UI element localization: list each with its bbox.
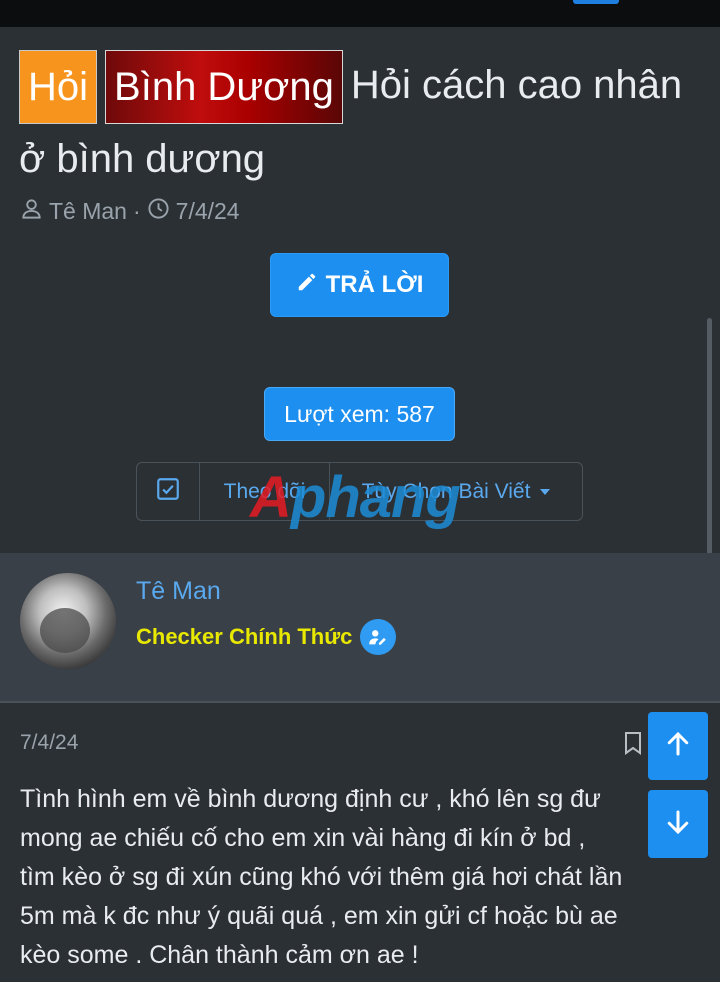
pencil-icon	[296, 271, 318, 300]
user-icon	[20, 197, 43, 226]
post-author-title: Checker Chính Thức	[136, 619, 397, 655]
post-body-line: tìm kèo ở sg đi xún cũng khó với thêm gi…	[20, 863, 623, 891]
thread-options-label: Tùy Chọn Bài Viết	[361, 479, 531, 503]
thread-title: Hỏi Bình Dương Hỏi cách cao nhân ở bình dư…	[19, 50, 699, 194]
avatar[interactable]	[20, 573, 116, 669]
select-checkbox[interactable]	[137, 463, 200, 520]
post-body-line: Tình hình em về bình dương định cư , khó…	[20, 785, 601, 813]
views-counter-button[interactable]: Lượt xem: 587	[264, 387, 455, 441]
top-status-bar	[0, 0, 720, 27]
arrow-up-icon	[663, 729, 693, 764]
scroll-up-button[interactable]	[648, 712, 708, 780]
reply-button-label: TRẢ LỜI	[325, 271, 424, 298]
post-author-block: Tê Man Checker Chính Thức	[0, 553, 720, 703]
post-body: Tình hình em về bình dương định cư , khó…	[20, 780, 710, 975]
reply-button[interactable]: TRẢ LỜI	[270, 253, 449, 317]
thread-toolbar: Theo dõi Tùy Chọn Bài Viết	[136, 462, 583, 521]
prefix-label-binh-duong[interactable]: Bình Dương	[105, 50, 343, 124]
post-author-name[interactable]: Tê Man	[136, 577, 221, 606]
clock-icon	[147, 197, 170, 226]
top-bar-indicator	[573, 0, 619, 4]
post-body-line: kèo some . Chân thành cảm ơn ae !	[20, 941, 419, 969]
thread-meta: Tê Man · 7/4/24	[20, 197, 240, 226]
page-scrollbar[interactable]	[707, 318, 712, 558]
chevron-down-icon	[540, 488, 551, 495]
verified-user-icon	[360, 619, 397, 655]
thread-date[interactable]: 7/4/24	[176, 198, 240, 225]
post-body-line: 5m mà k đc như ý quãi quá , em xin gửi c…	[20, 902, 618, 930]
meta-separator: ·	[132, 198, 141, 224]
checkbox-icon	[155, 476, 181, 508]
prefix-label-hoi[interactable]: Hỏi	[19, 50, 98, 124]
post-body-line: mong ae chiếu cố cho em xin vài hàng đi …	[20, 824, 586, 852]
bookmark-icon[interactable]	[623, 731, 643, 755]
author-title-text: Checker Chính Thức	[136, 624, 353, 649]
follow-button[interactable]: Theo dõi	[200, 463, 330, 520]
post-date[interactable]: 7/4/24	[20, 731, 78, 755]
thread-author[interactable]: Tê Man	[49, 198, 127, 225]
thread-options-dropdown[interactable]: Tùy Chọn Bài Viết	[330, 463, 582, 520]
